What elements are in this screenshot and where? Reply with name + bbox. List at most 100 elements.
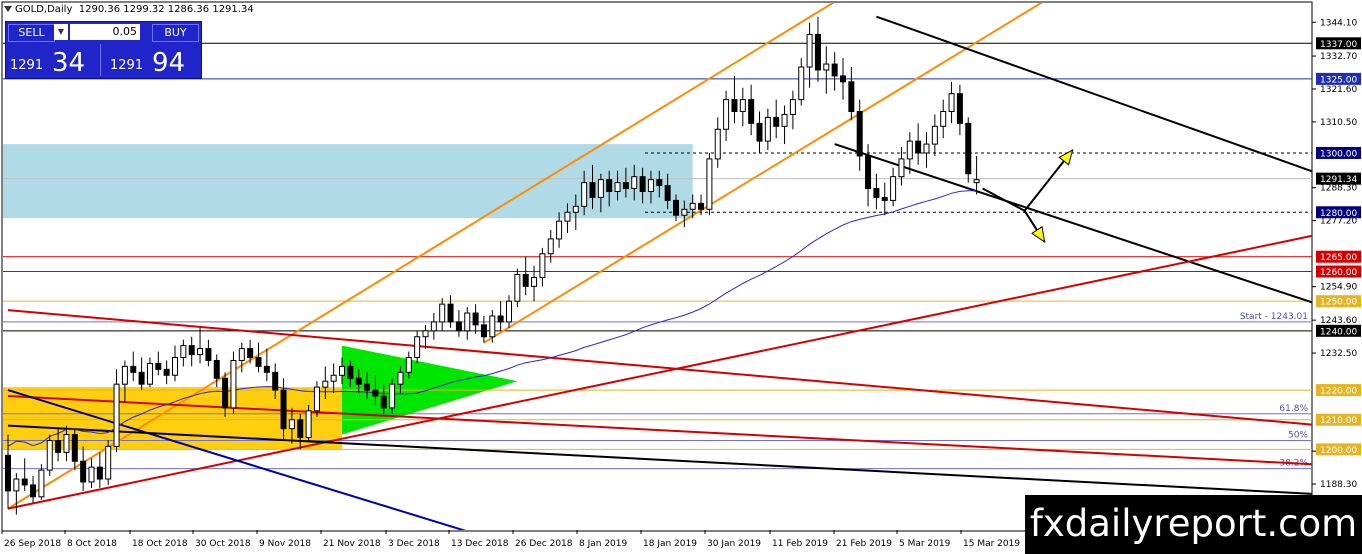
candle bbox=[230, 351, 237, 414]
candle-body bbox=[205, 348, 212, 361]
candle-body bbox=[364, 383, 371, 391]
candle-body bbox=[339, 365, 345, 376]
y-tick-label: 1288.30 bbox=[1320, 184, 1357, 194]
candle-body bbox=[589, 182, 596, 198]
candle-body bbox=[163, 368, 170, 376]
candle-body bbox=[297, 419, 304, 439]
sell-price-small: 1291 bbox=[10, 58, 44, 73]
candle-body bbox=[372, 389, 379, 397]
candle-body bbox=[389, 383, 396, 409]
candle-body bbox=[489, 315, 496, 338]
candle-body bbox=[865, 155, 872, 190]
candle-body bbox=[723, 99, 730, 130]
candle-body bbox=[931, 125, 938, 145]
buy-button[interactable]: BUY bbox=[152, 24, 199, 42]
candle-body bbox=[756, 122, 763, 142]
candle-body bbox=[172, 356, 178, 376]
candle-body bbox=[21, 478, 28, 486]
candle-body bbox=[689, 202, 696, 210]
candle-body bbox=[514, 274, 521, 302]
candle-body bbox=[238, 348, 245, 361]
candle-body bbox=[915, 140, 922, 154]
candle-body bbox=[614, 182, 621, 193]
candle-body bbox=[698, 202, 705, 210]
candle-body bbox=[856, 110, 863, 157]
x-tick-label: 15 Mar 2019 bbox=[963, 539, 1020, 549]
x-tick-label: 11 Feb 2019 bbox=[772, 539, 828, 549]
candle-body bbox=[581, 182, 588, 207]
level-tag-label: 1337.00 bbox=[1320, 40, 1357, 50]
candle-body bbox=[639, 176, 646, 193]
candle-body bbox=[823, 63, 830, 71]
candle-body bbox=[480, 324, 487, 338]
candle-body bbox=[764, 116, 771, 142]
candle-body bbox=[414, 336, 421, 358]
candle-body bbox=[146, 362, 153, 385]
x-tick-label: 3 Dec 2018 bbox=[388, 539, 440, 549]
candle-body bbox=[330, 374, 337, 382]
level-tag-label: 1210.00 bbox=[1320, 416, 1357, 426]
symbol-label: GOLD,Daily bbox=[15, 4, 73, 15]
x-tick-label: 30 Oct 2018 bbox=[195, 539, 251, 549]
y-axis: 1344.101332.701321.601310.501288.301277.… bbox=[1312, 18, 1361, 523]
y-tick-label: 1254.90 bbox=[1320, 283, 1357, 293]
level-tag-label: 1220.00 bbox=[1320, 387, 1357, 397]
candle-body bbox=[38, 469, 45, 498]
candle-body bbox=[288, 419, 295, 430]
price-chart[interactable]: 61.8%50%38.2%Start - 1243.01 1344.101332… bbox=[0, 0, 1362, 554]
candle-body bbox=[522, 274, 529, 287]
candle-body bbox=[873, 188, 880, 198]
candle-body bbox=[572, 205, 579, 213]
candle-body bbox=[305, 410, 312, 439]
x-tick-label: 30 Jan 2019 bbox=[707, 539, 761, 549]
candle-body bbox=[439, 303, 446, 323]
x-tick-label: 8 Oct 2018 bbox=[67, 539, 117, 549]
candle-body bbox=[138, 371, 145, 385]
candle bbox=[46, 434, 53, 477]
candle-body bbox=[781, 113, 788, 127]
candle-body bbox=[88, 466, 95, 483]
candle-body bbox=[105, 445, 112, 480]
candle-body bbox=[965, 122, 972, 175]
candle-body bbox=[130, 365, 137, 373]
candle-body bbox=[789, 99, 796, 115]
candle-body bbox=[973, 179, 980, 184]
candle-body bbox=[447, 303, 454, 323]
candle-body bbox=[539, 253, 546, 278]
candle-body bbox=[890, 176, 897, 201]
candle-body bbox=[848, 81, 855, 112]
buy-price-big: 94 bbox=[152, 48, 186, 78]
buy-price[interactable]: 1291 94 bbox=[106, 44, 200, 78]
candle-body bbox=[506, 300, 512, 323]
candle-body bbox=[222, 377, 229, 409]
chart-title: GOLD,Daily 1290.36 1299.32 1286.36 1291.… bbox=[4, 4, 254, 15]
candle-body bbox=[597, 179, 604, 198]
candle-body bbox=[547, 238, 554, 255]
ohlc-readout: 1290.36 1299.32 1286.36 1291.34 bbox=[78, 4, 254, 15]
candle-body bbox=[706, 158, 713, 210]
candle-body bbox=[606, 179, 613, 193]
level-tag-label: 1240.00 bbox=[1320, 327, 1357, 337]
dropdown-triangle-icon[interactable] bbox=[4, 6, 12, 12]
candle-body bbox=[748, 99, 755, 124]
x-tick-label: 21 Feb 2019 bbox=[836, 539, 892, 549]
candle-body bbox=[923, 143, 930, 154]
candle bbox=[965, 117, 972, 183]
candle-body bbox=[180, 345, 187, 358]
candle-body bbox=[430, 321, 437, 332]
sell-price[interactable]: 1291 34 bbox=[6, 44, 101, 78]
candle-body bbox=[347, 365, 354, 379]
candle-body bbox=[355, 377, 362, 385]
candle-body bbox=[188, 345, 195, 356]
start-label: Start - 1243.01 bbox=[1240, 312, 1308, 322]
lot-decrease-icon[interactable]: ▼ bbox=[54, 24, 68, 40]
candle-body bbox=[940, 110, 947, 127]
lot-size-field[interactable]: 0.05 bbox=[70, 24, 140, 40]
x-tick-label: 9 Nov 2018 bbox=[259, 539, 311, 549]
candle-body bbox=[5, 454, 11, 492]
x-tick-label: 26 Sep 2018 bbox=[4, 539, 61, 549]
y-tick-label: 1310.50 bbox=[1320, 118, 1357, 128]
candle-body bbox=[622, 182, 629, 190]
y-tick-label: 1243.60 bbox=[1320, 316, 1357, 326]
sell-button[interactable]: SELL bbox=[8, 24, 55, 42]
